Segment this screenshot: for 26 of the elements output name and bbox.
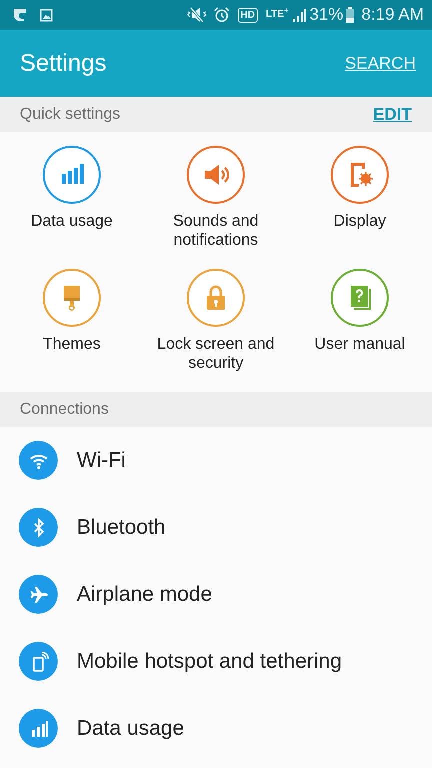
section-header: Connections: [20, 400, 109, 420]
battery-icon: [346, 7, 354, 23]
alarm-icon: [214, 7, 230, 23]
quick-setting-label: Data usage: [30, 212, 114, 231]
airplane-icon: [28, 584, 48, 604]
settings-item-label: Bluetooth: [77, 514, 166, 541]
speaker-icon: [203, 162, 229, 188]
screen-title: Settings: [20, 48, 107, 78]
hd-badge: HD: [238, 8, 258, 22]
clock-time: 8:19 AM: [362, 4, 424, 26]
quick-setting-label: Display: [332, 212, 388, 231]
quick-setting-label: Themes: [42, 335, 102, 354]
section-header: Quick settings: [20, 104, 120, 124]
quick-setting-label: Lock screen and security: [156, 335, 276, 373]
settings-item-label: Mobile hotspot and tethering: [77, 648, 342, 675]
app-icon: [12, 7, 28, 23]
settings-item-label: Wi-Fi: [77, 448, 126, 474]
battery-percent: 31%: [310, 4, 344, 26]
quick-setting-label: Sounds and notifications: [172, 212, 260, 250]
settings-item-label: Airplane mode: [77, 582, 212, 608]
mute-icon: [186, 7, 208, 23]
quick-setting-label: User manual: [314, 335, 406, 354]
image-icon: [40, 8, 53, 22]
signal-icon: [292, 8, 306, 22]
network-type: LTE$^{+}$: [266, 10, 289, 20]
settings-item-label: Data usage: [77, 716, 184, 742]
